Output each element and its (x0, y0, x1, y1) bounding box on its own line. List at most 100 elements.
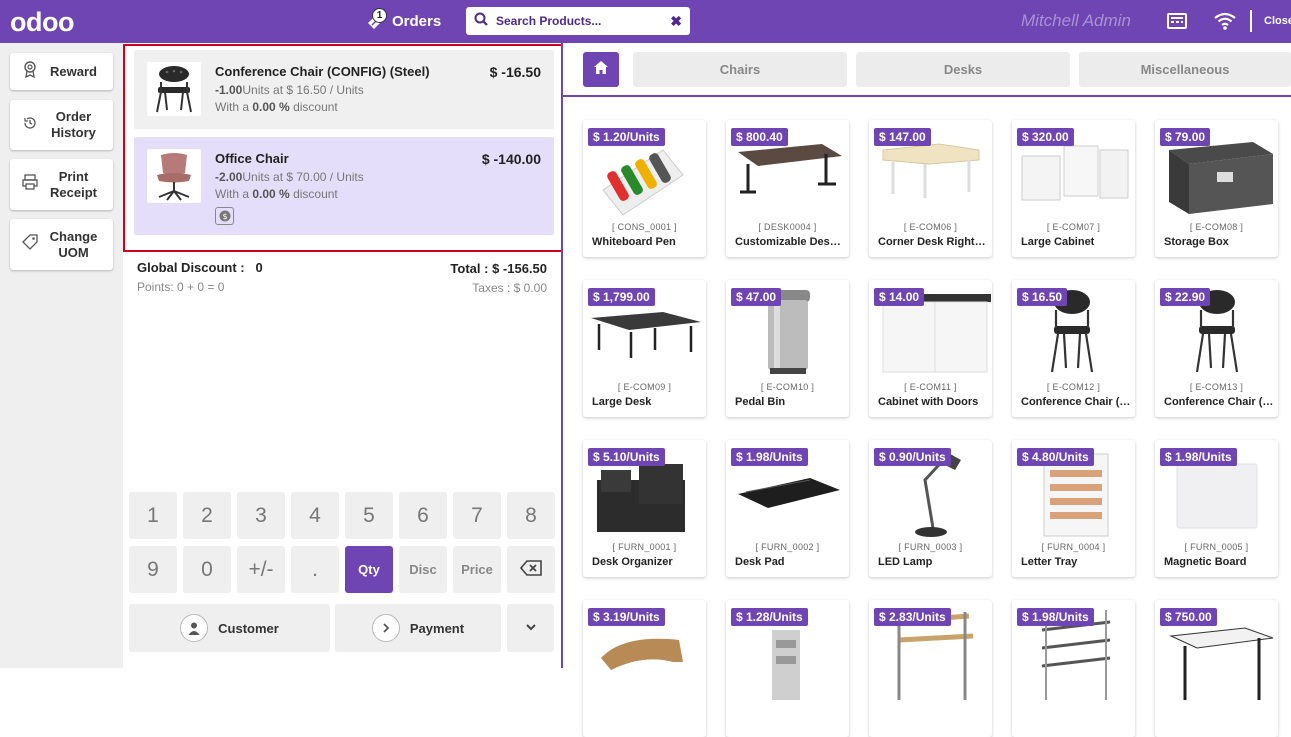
line-discount: 0.00 % (252, 100, 290, 114)
numpad-key-6[interactable]: 6 (399, 492, 447, 539)
numpad-key-sign[interactable]: +/- (237, 546, 285, 593)
product-card[interactable]: $ 0.90/Units [ FURN_0003 ] LED Lamp (869, 440, 992, 577)
line-info: -2.00Units at $ 70.00 / Units With a 0.0… (215, 169, 364, 203)
numpad-key-dot[interactable]: . (291, 546, 339, 593)
order-panel: Conference Chair (CONFIG) (Steel) $ -16.… (123, 43, 563, 668)
price-tag: $ 79.00 (1160, 128, 1211, 146)
order-total: Total : $ -156.50 (450, 261, 547, 276)
numpad-key-9[interactable]: 9 (129, 546, 177, 593)
product-card[interactable]: $ 1.28/Units (726, 600, 849, 737)
product-card[interactable]: $ 1.98/Units [ FURN_0005 ] Magnetic Boar… (1155, 440, 1278, 577)
global-discount-label: Global Discount : (137, 260, 245, 275)
more-actions-button[interactable] (507, 604, 554, 652)
numpad-key-2[interactable]: 2 (183, 492, 231, 539)
discount-prefix: With a (215, 187, 250, 201)
numpad-key-4[interactable]: 4 (291, 492, 339, 539)
cash-register-icon[interactable] (1167, 12, 1187, 35)
product-card[interactable]: $ 1.98/Units [ FURN_0002 ] Desk Pad (726, 440, 849, 577)
wifi-icon[interactable] (1214, 12, 1236, 35)
product-name: Large Cabinet (1021, 236, 1095, 248)
numpad-key-3[interactable]: 3 (237, 492, 285, 539)
close-button[interactable]: Close (1264, 15, 1291, 27)
product-card[interactable]: $ 79.00 [ E-COM08 ] Storage Box (1155, 120, 1278, 257)
product-card[interactable]: $ 800.40 [ DESK0004 ] Customizable Desk … (726, 120, 849, 257)
product-card[interactable]: $ 1.20/Units [ CONS_0001 ] Whiteboard Pe… (583, 120, 706, 257)
change-uom-label: Change UOM (49, 228, 98, 260)
reward-button[interactable]: Reward (10, 53, 113, 90)
price-tag: $ 2.83/Units (874, 608, 951, 626)
chevron-down-icon (525, 621, 537, 636)
svg-text:$: $ (222, 212, 227, 221)
category-miscellaneous[interactable]: Miscellaneous (1079, 52, 1291, 87)
price-tag: $ 3.19/Units (588, 608, 665, 626)
product-screen: Chairs Desks Miscellaneous $ 1.20/Units … (563, 43, 1291, 737)
product-card[interactable]: $ 1,799.00 [ E-COM09 ] Large Desk (583, 280, 706, 417)
price-tag: $ 1.28/Units (731, 608, 808, 626)
product-card[interactable]: $ 750.00 (1155, 600, 1278, 737)
product-card[interactable]: $ 147.00 [ E-COM06 ] Corner Desk Right S… (869, 120, 992, 257)
order-line-selected[interactable]: Office Chair $ -140.00 -2.00Units at $ 7… (134, 137, 554, 235)
product-card[interactable]: $ 2.83/Units (869, 600, 992, 737)
order-history-button[interactable]: Order History (10, 100, 113, 150)
product-card[interactable]: $ 47.00 [ E-COM10 ] Pedal Bin (726, 280, 849, 417)
product-card[interactable]: $ 3.19/Units (583, 600, 706, 737)
change-uom-button[interactable]: Change UOM (10, 219, 113, 270)
product-name: Desk Pad (735, 556, 785, 568)
price-tag: $ 1.98/Units (1160, 448, 1237, 466)
disc-mode-button[interactable]: Disc (399, 546, 447, 593)
search-input[interactable] (496, 14, 671, 28)
product-code: [ E-COM13 ] (1189, 382, 1244, 392)
payment-button[interactable]: Payment (335, 604, 501, 652)
product-card[interactable]: $ 4.80/Units [ FURN_0004 ] Letter Tray (1012, 440, 1135, 577)
product-code: [ E-COM11 ] (904, 382, 957, 392)
price-tag: $ 147.00 (874, 128, 931, 146)
line-unit-text: Units at $ 70.00 / Units (242, 170, 364, 184)
customer-label: Customer (218, 620, 279, 636)
product-card[interactable]: $ 1.98/Units (1012, 600, 1135, 737)
price-tag: $ 22.90 (1160, 288, 1211, 306)
price-tag: $ 47.00 (731, 288, 782, 306)
category-desks[interactable]: Desks (856, 52, 1070, 87)
home-category-button[interactable] (583, 52, 619, 87)
customer-button[interactable]: Customer (129, 604, 330, 652)
product-code: [ FURN_0002 ] (755, 542, 820, 552)
clear-search-icon[interactable]: ✖ (670, 13, 682, 30)
product-name: Cabinet with Doors (878, 396, 979, 408)
product-thumbnail (147, 149, 201, 203)
numpad-key-1[interactable]: 1 (129, 492, 177, 539)
numpad-key-0[interactable]: 0 (183, 546, 231, 593)
product-card[interactable]: $ 320.00 [ E-COM07 ] Large Cabinet (1012, 120, 1135, 257)
product-name: LED Lamp (878, 556, 933, 568)
category-chairs[interactable]: Chairs (633, 52, 847, 87)
product-card[interactable]: $ 5.10/Units [ FURN_0001 ] Desk Organize… (583, 440, 706, 577)
product-card[interactable]: $ 22.90 [ E-COM13 ] Conference Chair (Al… (1155, 280, 1278, 417)
orders-count-badge: 1 (372, 8, 387, 23)
orders-label: Orders (392, 12, 442, 30)
product-name: Letter Tray (1021, 556, 1078, 568)
tag-icon (22, 234, 38, 255)
product-name: Conference Chair (Steel) (1021, 396, 1131, 408)
order-line[interactable]: Conference Chair (CONFIG) (Steel) $ -16.… (134, 50, 554, 129)
print-receipt-label: Print Receipt (50, 168, 97, 200)
payment-label: Payment (409, 620, 465, 636)
product-name: Corner Desk Right Sit (878, 236, 988, 248)
numpad-key-7[interactable]: 7 (453, 492, 501, 539)
print-receipt-button[interactable]: Print Receipt (10, 159, 113, 210)
coin-icon[interactable]: $ (215, 207, 234, 225)
line-price: $ -16.50 (489, 64, 541, 80)
order-history-label: Order History (51, 109, 96, 140)
line-qty: -2.00 (215, 170, 243, 184)
numpad-key-8[interactable]: 8 (507, 492, 555, 539)
price-tag: $ 14.00 (874, 288, 925, 306)
product-card[interactable]: $ 14.00 [ E-COM11 ] Cabinet with Doors (869, 280, 992, 417)
orders-button[interactable]: 1 Orders (366, 8, 442, 33)
product-code: [ CONS_0001 ] (612, 222, 677, 232)
qty-mode-button[interactable]: Qty (345, 546, 393, 593)
price-tag: $ 1.20/Units (588, 128, 665, 146)
ticket-icon: 1 (366, 8, 387, 31)
numpad-key-5[interactable]: 5 (345, 492, 393, 539)
product-card[interactable]: $ 16.50 [ E-COM12 ] Conference Chair (St… (1012, 280, 1135, 417)
backspace-button[interactable] (507, 546, 555, 593)
price-mode-button[interactable]: Price (453, 546, 501, 593)
line-info: -1.00Units at $ 16.50 / Units With a 0.0… (215, 82, 364, 116)
